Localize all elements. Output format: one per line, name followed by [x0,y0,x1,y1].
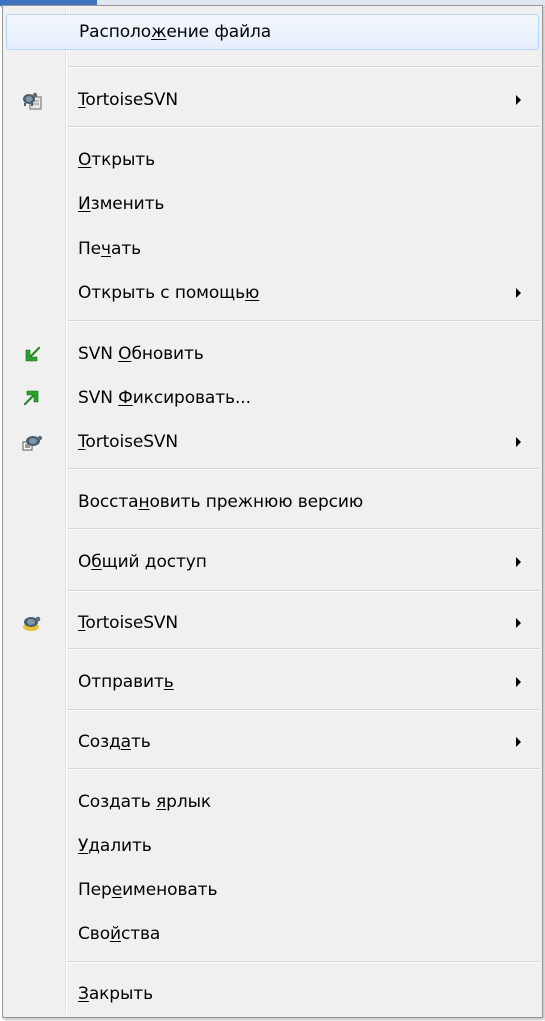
menu-item-open[interactable]: Открыть [6,142,539,178]
menu-item-edit[interactable]: Изменить [6,186,539,222]
menu-item-label: TortoiseSVN [78,432,179,452]
menu-item-open-with[interactable]: Открыть с помощью [6,275,539,311]
menu-separator [67,648,539,650]
menu-item-label: Создать ярлык [78,792,212,812]
menu-item-label: SVN Обновить [78,344,204,364]
submenu-arrow-icon [516,677,521,687]
menu-item-svn-update[interactable]: SVN Обновить [6,336,539,372]
submenu-arrow-icon [516,288,521,298]
menu-item-create-shortcut[interactable]: Создать ярлык [6,784,539,820]
menu-item-print[interactable]: Печать [6,231,539,267]
submenu-arrow-icon [516,737,521,747]
menu-item-new[interactable]: Создать [6,724,539,760]
tortoisesvn-folder-icon [23,92,42,110]
menu-item-label: Восстановить прежнюю версию [78,492,364,512]
menu-separator [67,768,539,770]
context-menu: Расположение файла TortoiseSVN Открыть И… [2,5,543,1018]
menu-item-label: TortoiseSVN [78,90,179,110]
menu-item-label: Создать [78,732,151,752]
menu-separator [67,961,539,963]
tortoisesvn-turtle-yellow-icon [23,616,41,631]
menu-item-close[interactable]: Закрыть [6,976,539,1012]
menu-item-delete[interactable]: Удалить [6,828,539,864]
menu-item-restore-previous[interactable]: Восстановить прежнюю версию [6,484,539,520]
tortoisesvn-turtle-icon [22,435,43,451]
menu-item-label: Открыть с помощью [78,283,260,303]
menu-item-svn-commit[interactable]: SVN Фиксировать... [6,380,539,416]
menu-item-label: Переименовать [78,880,218,900]
menu-item-rename[interactable]: Переименовать [6,872,539,908]
menu-item-label: Общий доступ [78,552,207,572]
menu-item-label: SVN Фиксировать... [78,388,251,408]
menu-separator [67,528,539,530]
menu-item-send-to[interactable]: Отправить [6,664,539,700]
menu-item-open-file-location[interactable]: Расположение файла [6,14,539,50]
menu-separator [67,709,539,711]
menu-item-tortoisesvn-1[interactable]: TortoiseSVN [6,82,539,118]
menu-item-label: Удалить [78,836,152,856]
submenu-arrow-icon [516,557,521,567]
menu-item-label: TortoiseSVN [78,613,179,633]
menu-separator [67,320,539,322]
menu-item-label: Закрыть [78,984,154,1004]
menu-item-label: Расположение файла [79,22,272,42]
menu-item-label: Свойства [78,924,161,944]
submenu-arrow-icon [516,95,521,105]
menu-separator [67,126,539,128]
menu-separator [67,590,539,592]
menu-item-tortoisesvn-2[interactable]: TortoiseSVN [6,424,539,460]
svn-commit-arrow-icon [23,390,39,406]
menu-item-label: Изменить [78,194,165,214]
menu-item-label: Отправить [78,672,174,692]
menu-item-tortoisesvn-3[interactable]: TortoiseSVN [6,605,539,641]
menu-item-label: Печать [78,239,142,259]
menu-item-share[interactable]: Общий доступ [6,544,539,580]
menu-item-properties[interactable]: Свойства [6,916,539,952]
submenu-arrow-icon [516,618,521,628]
svn-update-arrow-icon [25,346,41,362]
menu-separator [67,66,539,68]
menu-separator [67,468,539,470]
menu-item-label: Открыть [78,150,155,170]
submenu-arrow-icon [516,437,521,447]
